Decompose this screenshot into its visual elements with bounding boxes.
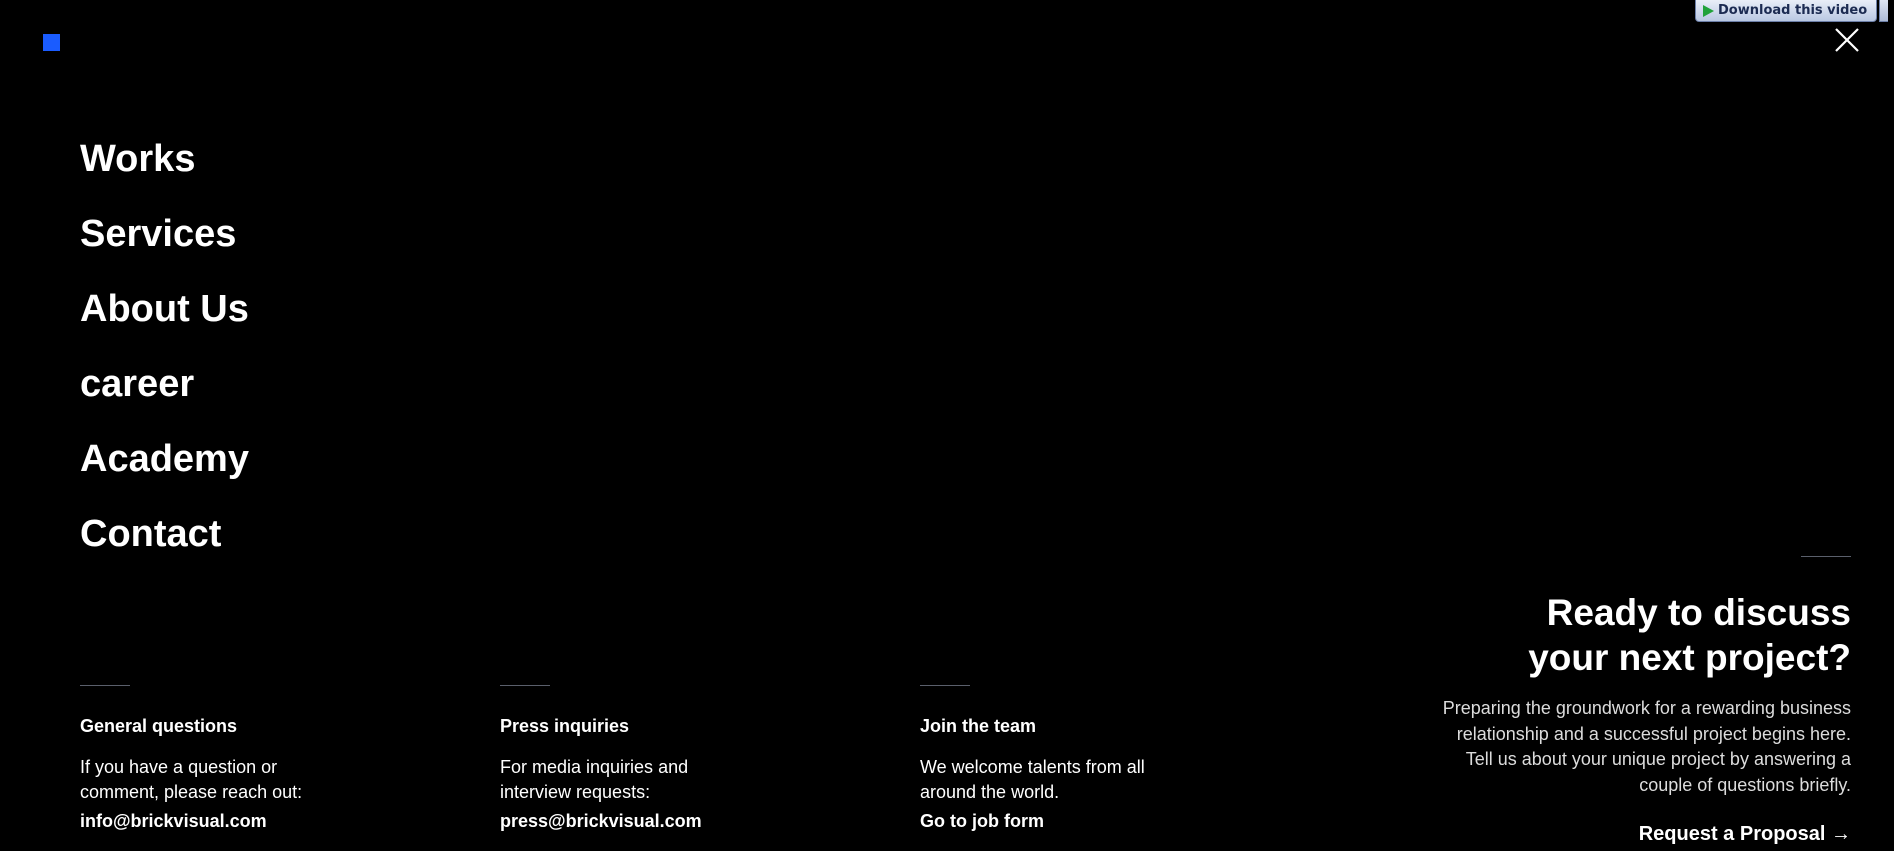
download-video-button[interactable]: Download this video xyxy=(1695,0,1878,22)
divider xyxy=(500,685,550,686)
close-button[interactable] xyxy=(1832,25,1862,55)
proposal-heading-line: Ready to discuss xyxy=(1546,592,1851,633)
contact-description: For media inquiries and interview reques… xyxy=(500,755,760,805)
contact-title: General questions xyxy=(80,716,238,736)
proposal-description-line: Preparing the groundwork for a rewarding… xyxy=(1442,698,1851,718)
download-video-widget: Download this video xyxy=(1695,0,1889,22)
contact-join-the-team: Join the team We welcome talents from al… xyxy=(920,685,1180,832)
main-navigation: Works Services About Us career Academy C… xyxy=(80,135,249,585)
contact-general-questions: General questions If you have a question… xyxy=(80,685,340,832)
menu-overlay: Download this video Works Services About… xyxy=(0,0,1894,851)
contact-title: Join the team xyxy=(920,716,1037,736)
close-icon xyxy=(1835,28,1859,52)
nav-item-works[interactable]: Works xyxy=(80,135,249,210)
contact-description-line: If you have a question or xyxy=(80,757,278,777)
contact-description-line: around the world. xyxy=(920,782,1060,802)
divider xyxy=(80,685,130,686)
contact-description: If you have a question or comment, pleas… xyxy=(80,755,340,805)
proposal-heading-line: your next project? xyxy=(1528,637,1851,678)
download-video-label: Download this video xyxy=(1718,3,1868,18)
download-options-button[interactable] xyxy=(1879,0,1889,22)
email-info-link[interactable]: info@brickvisual.com xyxy=(80,810,340,832)
nav-item-about-us[interactable]: About Us xyxy=(80,285,249,360)
proposal-description-line: couple of questions briefly. xyxy=(1639,774,1851,795)
job-form-link[interactable]: Go to job form xyxy=(920,810,1180,832)
proposal-description-line: relationship and a successful project be… xyxy=(1456,723,1851,744)
proposal-description: Preparing the groundwork for a rewarding… xyxy=(1411,696,1851,798)
play-icon xyxy=(1703,4,1714,17)
contact-description-line: interview requests: xyxy=(500,782,651,802)
contact-title: Press inquiries xyxy=(500,716,630,736)
nav-item-academy[interactable]: Academy xyxy=(80,435,249,510)
proposal-section: Ready to discuss your next project? Prep… xyxy=(1411,556,1851,846)
logo-icon[interactable] xyxy=(43,34,60,51)
proposal-heading: Ready to discuss your next project? xyxy=(1411,590,1851,680)
nav-item-career[interactable]: career xyxy=(80,360,249,435)
contact-description-line: We welcome talents from all xyxy=(920,757,1145,777)
contact-press-inquiries: Press inquiries For media inquiries and … xyxy=(500,685,760,832)
contact-description: We welcome talents from all around the w… xyxy=(920,755,1180,805)
nav-item-services[interactable]: Services xyxy=(80,210,249,285)
request-proposal-link[interactable]: Request a Proposal → xyxy=(1639,822,1851,846)
contact-description-line: For media inquiries and xyxy=(500,757,689,777)
divider xyxy=(920,685,970,686)
nav-item-contact[interactable]: Contact xyxy=(80,510,249,585)
proposal-description-line: Tell us about your unique project by ans… xyxy=(1465,749,1851,769)
email-press-link[interactable]: press@brickvisual.com xyxy=(500,810,760,832)
divider xyxy=(1801,556,1851,557)
contact-description-line: comment, please reach out: xyxy=(80,782,303,802)
